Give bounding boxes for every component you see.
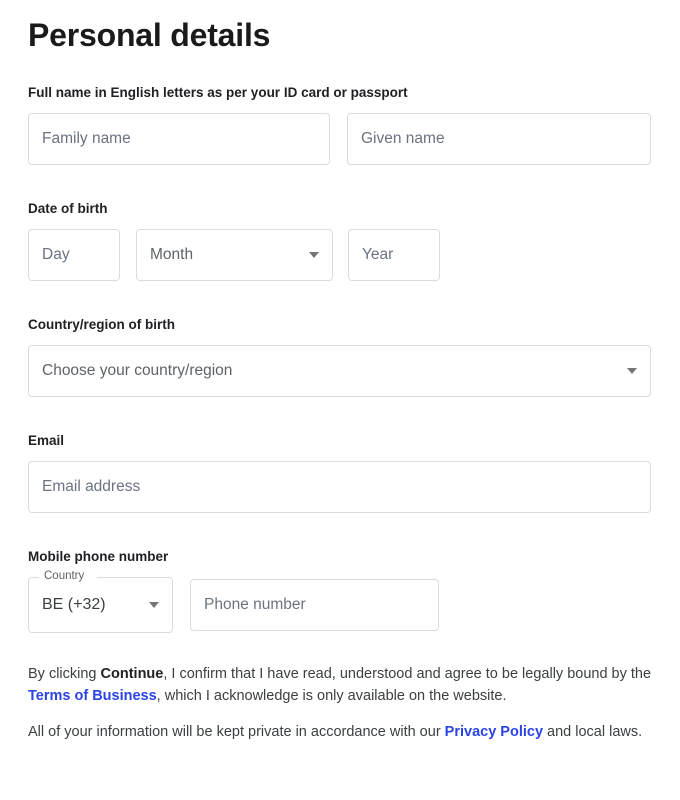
birth-month-value: Month <box>150 246 194 263</box>
email-input[interactable] <box>28 461 651 513</box>
legal-privacy-text-1: All of your information will be kept pri… <box>28 724 445 740</box>
legal-terms-text-2: , I confirm that I have read, understood… <box>163 666 652 682</box>
date-of-birth-section: Date of birth Month <box>28 200 652 281</box>
full-name-row <box>28 113 652 165</box>
phone-country-select[interactable]: Country BE (+32) <box>28 569 173 633</box>
full-name-label: Full name in English letters as per your… <box>28 85 408 100</box>
birth-month-select[interactable]: Month <box>136 229 333 281</box>
privacy-policy-link[interactable]: Privacy Policy <box>445 724 543 740</box>
family-name-input[interactable] <box>28 113 330 165</box>
page-title: Personal details <box>28 17 271 53</box>
chevron-down-icon <box>309 252 319 258</box>
email-wrap <box>28 461 651 513</box>
phone-row: Country BE (+32) <box>28 569 652 633</box>
legal-terms-paragraph: By clicking Continue, I confirm that I h… <box>28 663 652 707</box>
chevron-down-icon <box>627 368 637 374</box>
phone-number-wrap <box>190 579 439 631</box>
country-of-birth-value: Choose your country/region <box>42 362 233 379</box>
continue-word: Continue <box>100 666 164 682</box>
birth-year-wrap <box>348 229 440 281</box>
email-section: Email <box>28 432 652 513</box>
phone-number-input[interactable] <box>190 579 439 631</box>
given-name-input[interactable] <box>347 113 651 165</box>
legal-terms-text-3: , which I acknowledge is only available … <box>156 688 507 704</box>
legal-section: By clicking Continue, I confirm that I h… <box>28 663 652 743</box>
country-of-birth-select[interactable]: Choose your country/region <box>28 345 651 397</box>
full-name-section: Full name in English letters as per your… <box>28 84 652 165</box>
email-row <box>28 461 652 513</box>
email-label: Email <box>28 433 65 448</box>
country-of-birth-wrap: Choose your country/region <box>28 345 651 397</box>
phone-label: Mobile phone number <box>28 549 169 564</box>
phone-section: Mobile phone number Country BE (+32) <box>28 548 652 633</box>
birth-day-wrap <box>28 229 120 281</box>
country-of-birth-section: Country/region of birth Choose your coun… <box>28 316 652 397</box>
legal-privacy-text-2: and local laws. <box>543 724 643 740</box>
country-of-birth-row: Choose your country/region <box>28 345 652 397</box>
terms-of-business-link[interactable]: Terms of Business <box>28 688 157 704</box>
birth-day-input[interactable] <box>28 229 120 281</box>
legal-terms-text-1: By clicking <box>28 666 101 682</box>
chevron-down-icon <box>149 602 159 608</box>
given-name-wrap <box>347 113 651 165</box>
birth-year-input[interactable] <box>348 229 440 281</box>
legal-privacy-paragraph: All of your information will be kept pri… <box>28 721 652 743</box>
phone-country-value: BE (+32) <box>42 596 106 613</box>
date-of-birth-label: Date of birth <box>28 201 108 216</box>
birth-month-wrap: Month <box>136 229 333 281</box>
date-of-birth-row: Month <box>28 229 652 281</box>
family-name-wrap <box>28 113 330 165</box>
personal-details-form: Personal details Full name in English le… <box>0 0 680 743</box>
country-of-birth-label: Country/region of birth <box>28 317 175 332</box>
